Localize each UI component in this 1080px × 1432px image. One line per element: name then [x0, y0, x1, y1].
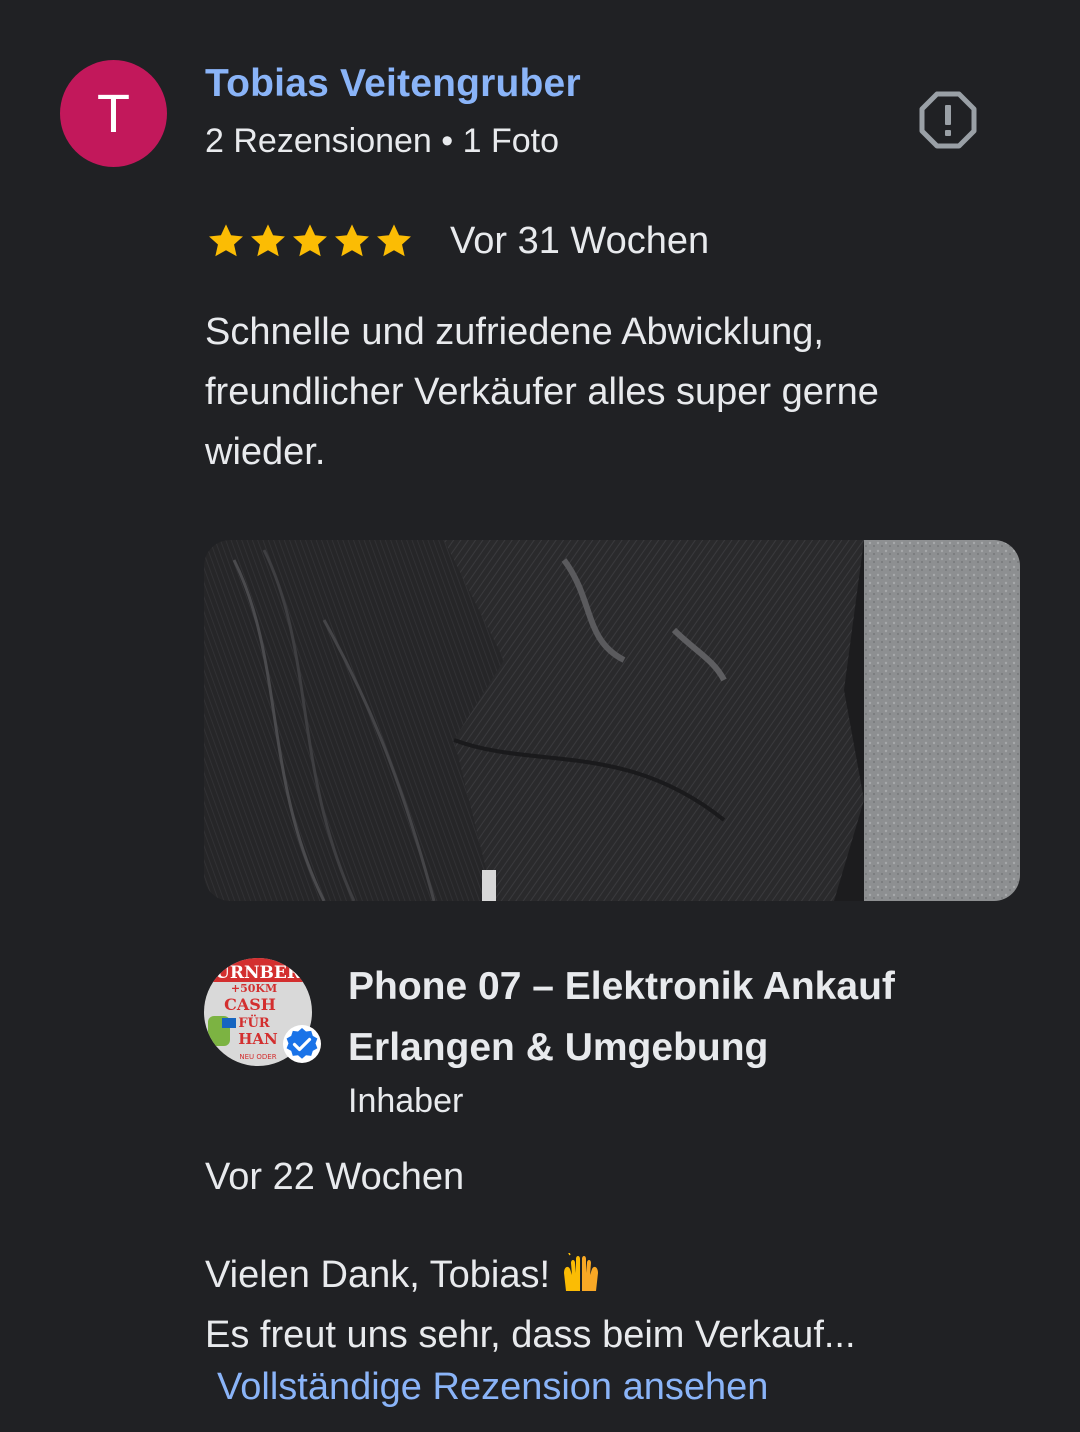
full-review-link[interactable]: Vollständige Rezension ansehen [217, 1366, 768, 1409]
raising-hands-icon [564, 1253, 599, 1291]
logo-text-5: HAN [238, 1030, 278, 1048]
owner-logo: ÜRNBER +50KM CASH FÜR HAN NEU ODER [204, 958, 321, 1066]
report-icon [919, 91, 977, 149]
reply-line-1: Vielen Dank, Tobias! [205, 1245, 1005, 1305]
review-time: Vor 31 Wochen [450, 220, 710, 262]
owner-role: Inhaber [348, 1082, 464, 1120]
owner-avatar[interactable]: ÜRNBER +50KM CASH FÜR HAN NEU ODER [204, 958, 321, 1066]
reply-greeting: Vielen Dank, Tobias! [205, 1254, 551, 1296]
star-rating [205, 220, 415, 262]
logo-text-3: CASH [224, 995, 276, 1014]
reviewer-avatar[interactable]: T [60, 60, 167, 167]
star-icon [335, 224, 369, 257]
reviewer-initial: T [97, 83, 130, 144]
review-photo[interactable] [204, 540, 1020, 901]
star-icon [251, 224, 285, 257]
reply-line-2: Es freut uns sehr, dass beim Verkauf... [205, 1314, 856, 1356]
review-photo-image [204, 540, 1020, 901]
review-card: T Tobias Veitengruber 2 Rezensionen • 1 … [0, 0, 1080, 1432]
verified-check-icon [283, 1025, 321, 1063]
reply-text: Vielen Dank, Tobias! Es freut uns sehr, … [205, 1245, 1005, 1365]
review-text: Schnelle und zufriedene Abwicklung, freu… [205, 311, 879, 473]
star-icon [377, 224, 411, 257]
owner-name[interactable]: Phone 07 – Elektronik Ankauf Erlangen & … [348, 956, 1008, 1078]
logo-text-6: NEU ODER [239, 1053, 276, 1061]
reviewer-meta: 2 Rezensionen • 1 Foto [205, 122, 560, 160]
star-icon [209, 224, 243, 257]
logo-text-2: +50KM [231, 982, 277, 995]
reply-time: Vor 22 Wochen [205, 1156, 465, 1198]
report-button[interactable] [918, 90, 978, 150]
reviewer-name[interactable]: Tobias Veitengruber [205, 62, 581, 106]
logo-text-1: ÜRNBER [215, 962, 302, 983]
logo-text-4: FÜR [238, 1014, 270, 1031]
star-icon [293, 224, 327, 257]
